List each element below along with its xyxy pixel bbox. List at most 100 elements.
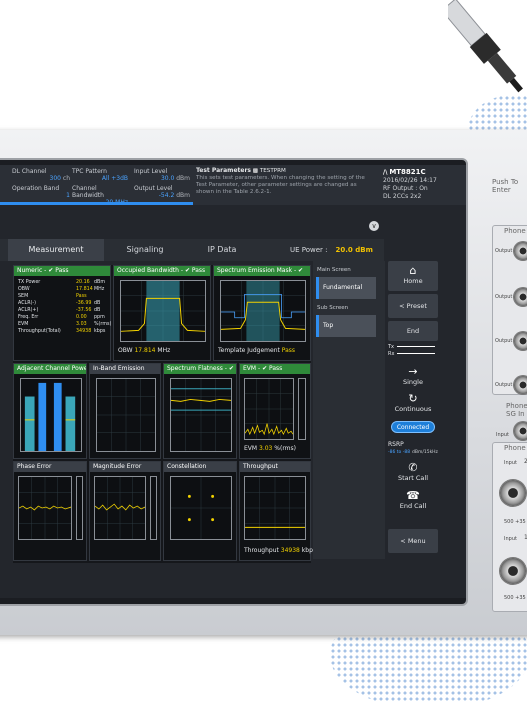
flatness-header: Spectrum Flatness - ✔ — [164, 364, 236, 374]
main-screen-label: Main Screen — [317, 267, 351, 273]
channel-bandwidth-label: Channel Bandwidth — [72, 185, 104, 199]
input-label: Input — [496, 432, 509, 438]
obw-plot — [120, 280, 206, 342]
connected-status[interactable]: Connected — [391, 421, 435, 433]
numeric-row-value: -37.56 — [76, 308, 92, 313]
tx-rx-indicator: Tx Rx — [388, 344, 438, 362]
input-level-label: Input Level — [134, 168, 168, 175]
output-port-2[interactable] — [514, 288, 527, 306]
phase-error-panel[interactable]: Phase Error — [13, 461, 87, 561]
single-label: Single — [403, 378, 423, 386]
home-label: Home — [403, 277, 423, 285]
numeric-row: Throughput(Total) 34938 kbps — [18, 329, 110, 334]
sg-input-port[interactable] — [514, 422, 527, 440]
output-level-cell[interactable]: Output Level -54.2 dBm — [134, 185, 190, 199]
numeric-row-name: SEM — [18, 294, 29, 299]
main-screen-button[interactable]: Fundamental — [316, 277, 376, 299]
output-port-3[interactable] — [514, 332, 527, 350]
numeric-row-name: TX Power — [18, 280, 41, 285]
warn-label-2: 500 +35 — [504, 595, 526, 601]
output-3-label: Output — [495, 338, 513, 344]
numeric-header: Numeric - ✔ Pass — [14, 266, 110, 276]
tab-ip-data[interactable]: IP Data — [186, 239, 258, 261]
numeric-row: OBW 17.814 MHz — [18, 287, 110, 292]
end-button[interactable]: End — [388, 321, 438, 341]
evm-header: EVM - ✔ Pass — [240, 364, 310, 374]
rx-label: Rx — [388, 351, 395, 357]
constellation-header: Constellation — [164, 462, 236, 472]
checkmark-icon: ✔ — [228, 365, 234, 372]
evm-panel[interactable]: EVM - ✔ Pass EVM 3.03 %(rms) — [239, 363, 311, 459]
dl-channel-cell[interactable]: DL Channel 300 ch — [12, 168, 70, 182]
screen-select-panel: Main Screen Fundamental Sub Screen Top — [313, 261, 385, 559]
numeric-row-name: ACLR(-) — [18, 301, 37, 306]
output-1-label: Output — [495, 248, 513, 254]
parameter-summary: DL Channel 300 ch Operation Band 1 TPC P… — [0, 165, 466, 206]
warn-label-1: 500 +35 — [504, 519, 526, 525]
single-button[interactable]: → Single — [388, 365, 438, 389]
output-port-1[interactable] — [514, 242, 527, 260]
menu-button[interactable]: < Menu — [388, 529, 438, 553]
numeric-row-value: 3.03 — [76, 322, 87, 327]
tab-bar: Measurement Signaling IP Data UE Power :… — [0, 239, 384, 261]
rf-connector-icon — [448, 0, 523, 93]
preset-button[interactable]: < Preset — [388, 294, 438, 318]
main-port-2[interactable] — [500, 480, 526, 506]
main-port-1[interactable] — [500, 558, 526, 584]
phase-bar — [76, 476, 83, 540]
numeric-row-value: 34938 — [76, 329, 92, 334]
tpc-pattern-cell[interactable]: TPC Pattern All +3dB — [72, 168, 128, 182]
end-call-label: End Call — [399, 502, 427, 510]
numeric-row-name: Freq. Err — [18, 315, 39, 320]
test-parameters-description: This sets test parameters. When changing… — [196, 175, 365, 195]
spectrum-emission-mask-panel[interactable]: Spectrum Emission Mask - ✔ Template Judg… — [213, 265, 311, 361]
repeat-icon: ↻ — [408, 392, 418, 405]
evm-readout: EVM 3.03 %(rms) — [244, 445, 296, 452]
model-name: MT8821C — [389, 168, 426, 176]
throughput-panel[interactable]: Throughput Throughput 34938 kbp — [239, 461, 313, 561]
output-level-value: -54.2 dBm — [158, 192, 190, 199]
instrument-screen: DL Channel 300 ch Operation Band 1 TPC P… — [0, 165, 466, 598]
obw-readout: OBW 17.814 MHz — [118, 347, 171, 354]
instrument-photo: Push To Enter Phone Output Output Output… — [0, 0, 527, 703]
ue-power-label: UE Power : — [290, 246, 328, 254]
output-port-4[interactable] — [514, 376, 527, 394]
in-band-emission-panel[interactable]: In-Band Emission — [89, 363, 161, 459]
doc-icon: ▩ — [252, 168, 259, 174]
sem-plot — [220, 280, 306, 342]
numeric-row: EVM 3.03 %(rms) — [18, 322, 111, 327]
occupied-bandwidth-panel[interactable]: Occupied Bandwidth - ✔ Pass OBW 17.814 M… — [113, 265, 211, 361]
tab-signaling[interactable]: Signaling — [108, 239, 182, 261]
operation-band-cell[interactable]: Operation Band 1 — [12, 185, 70, 199]
phone-sg-label: Phone SG In — [506, 402, 527, 418]
chevron-left-icon: < — [399, 302, 405, 310]
inband-header: In-Band Emission — [90, 364, 160, 374]
chevron-down-icon[interactable]: ∨ — [369, 221, 379, 231]
constellation-panel[interactable]: Constellation — [163, 461, 237, 561]
dl-channel-label: DL Channel — [12, 168, 47, 175]
aclr-header: Adjacent Channel Power — [14, 364, 86, 374]
home-button[interactable]: ⌂ Home — [388, 261, 438, 291]
magnitude-error-panel[interactable]: Magnitude Error — [89, 461, 161, 561]
spectrum-flatness-panel[interactable]: Spectrum Flatness - ✔ — [163, 363, 237, 459]
end-call-button[interactable]: ☎ End Call — [388, 489, 438, 513]
test-parameters-code: TESTPRM — [259, 168, 286, 174]
numeric-row: SEM Pass — [18, 294, 110, 299]
flatness-plot — [170, 378, 232, 452]
magnitude-header: Magnitude Error — [90, 462, 160, 472]
start-call-button[interactable]: ✆ Start Call — [388, 461, 438, 485]
operation-band-label: Operation Band — [12, 185, 60, 192]
sub-screen-button[interactable]: Top — [316, 315, 376, 337]
adjacent-channel-power-panel[interactable]: Adjacent Channel Power — [13, 363, 87, 459]
magnitude-bar — [150, 476, 157, 540]
numeric-row: ACLR(+) -37.56 dB — [18, 308, 110, 313]
tab-measurement[interactable]: Measurement — [8, 239, 104, 261]
phase-header: Phase Error — [14, 462, 86, 472]
numeric-row-unit: ppm — [94, 315, 105, 320]
input-level-cell[interactable]: Input Level 30.0 dBm — [134, 168, 190, 182]
continuous-button[interactable]: ↻ Continuous — [388, 392, 438, 416]
numeric-panel[interactable]: Numeric - ✔ Pass TX Power 20.16 dBm OBW 17.8… — [13, 265, 111, 361]
numeric-row-value: 0.00 — [76, 315, 87, 320]
throughput-plot — [244, 476, 306, 540]
numeric-row: ACLR(-) -36.99 dB — [18, 301, 110, 306]
